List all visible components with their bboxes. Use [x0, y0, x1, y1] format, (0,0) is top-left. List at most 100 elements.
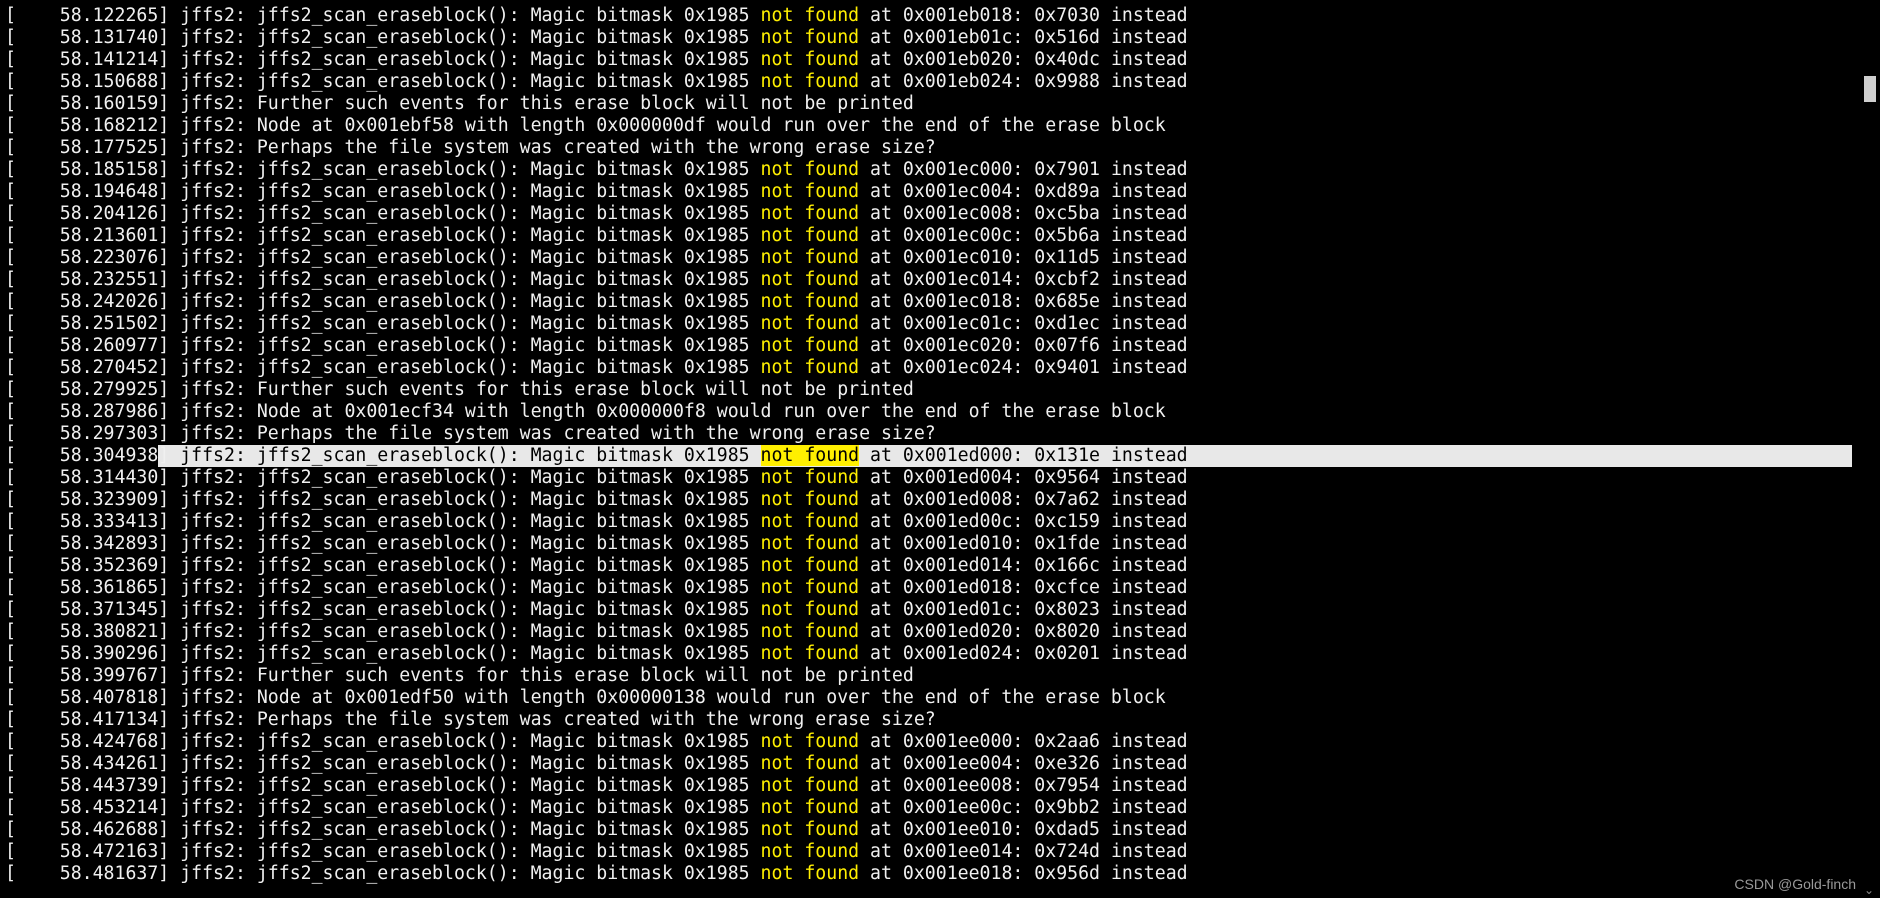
log-message: jffs2: jffs2_scan_eraseblock(): Magic bi… [169, 621, 1188, 642]
log-line[interactable]: [ 58.323909] jffs2: jffs2_scan_erasebloc… [5, 489, 1188, 511]
search-match: not found [760, 291, 860, 312]
log-timestamp: [ 58.141214] [5, 49, 170, 70]
log-timestamp: [ 58.472163] [5, 841, 170, 862]
log-timestamp: [ 58.223076] [5, 247, 170, 268]
search-match: not found [760, 5, 860, 26]
log-line[interactable]: [ 58.185158] jffs2: jffs2_scan_erasebloc… [5, 159, 1188, 181]
log-line[interactable]: [ 58.424768] jffs2: jffs2_scan_erasebloc… [5, 731, 1188, 753]
log-line[interactable]: [ 58.160159] jffs2: Further such events … [5, 93, 914, 115]
log-message: jffs2: jffs2_scan_eraseblock(): Magic bi… [169, 775, 1188, 796]
search-match: not found [760, 203, 860, 224]
log-timestamp: [ 58.270452] [5, 357, 170, 378]
log-timestamp: [ 58.424768] [5, 731, 170, 752]
log-line[interactable]: [ 58.333413] jffs2: jffs2_scan_erasebloc… [5, 511, 1188, 533]
log-line[interactable]: [ 58.251502] jffs2: jffs2_scan_erasebloc… [5, 313, 1188, 335]
chevron-down-icon[interactable]: ⌄ [1864, 884, 1874, 896]
search-match: not found [760, 775, 860, 796]
log-line[interactable]: [ 58.342893] jffs2: jffs2_scan_erasebloc… [5, 533, 1188, 555]
search-match: not found [760, 489, 860, 510]
log-message: jffs2: Perhaps the file system was creat… [169, 709, 936, 730]
log-timestamp: [ 58.260977] [5, 335, 170, 356]
log-line[interactable]: [ 58.177525] jffs2: Perhaps the file sys… [5, 137, 936, 159]
log-line[interactable]: [ 58.453214] jffs2: jffs2_scan_erasebloc… [5, 797, 1188, 819]
log-timestamp: [ 58.287986] [5, 401, 170, 422]
log-message: jffs2: jffs2_scan_eraseblock(): Magic bi… [169, 71, 1188, 92]
log-line[interactable]: [ 58.194648] jffs2: jffs2_scan_erasebloc… [5, 181, 1188, 203]
log-message: jffs2: jffs2_scan_eraseblock(): Magic bi… [169, 577, 1188, 598]
log-timestamp: [ 58.399767] [5, 665, 170, 686]
log-line[interactable]: [ 58.314430] jffs2: jffs2_scan_erasebloc… [5, 467, 1188, 489]
log-line[interactable]: [ 58.434261] jffs2: jffs2_scan_erasebloc… [5, 753, 1188, 775]
search-match: not found [760, 159, 860, 180]
log-timestamp: [ 58.204126] [5, 203, 170, 224]
terminal-output[interactable]: [ 58.122265] jffs2: jffs2_scan_erasebloc… [5, 5, 1855, 893]
log-message: jffs2: jffs2_scan_eraseblock(): Magic bi… [169, 819, 1188, 840]
log-message: jffs2: Further such events for this eras… [169, 665, 914, 686]
log-line[interactable]: [ 58.213601] jffs2: jffs2_scan_erasebloc… [5, 225, 1188, 247]
log-timestamp: [ 58.279925] [5, 379, 170, 400]
log-message: jffs2: Perhaps the file system was creat… [169, 423, 936, 444]
log-line[interactable]: [ 58.279925] jffs2: Further such events … [5, 379, 914, 401]
log-timestamp: [ 58.150688] [5, 71, 170, 92]
log-line[interactable]: [ 58.260977] jffs2: jffs2_scan_erasebloc… [5, 335, 1188, 357]
log-line[interactable]: [ 58.399767] jffs2: Further such events … [5, 665, 914, 687]
log-timestamp: [ 58.194648] [5, 181, 170, 202]
log-line[interactable]: [ 58.481637] jffs2: jffs2_scan_erasebloc… [5, 863, 1188, 885]
log-line[interactable]: [ 58.407818] jffs2: Node at 0x001edf50 w… [5, 687, 1166, 709]
log-line[interactable]: [ 58.371345] jffs2: jffs2_scan_erasebloc… [5, 599, 1188, 621]
log-message: jffs2: jffs2_scan_eraseblock(): Magic bi… [169, 181, 1188, 202]
log-message: jffs2: jffs2_scan_eraseblock(): Magic bi… [169, 643, 1188, 664]
log-line[interactable]: [ 58.204126] jffs2: jffs2_scan_erasebloc… [5, 203, 1188, 225]
search-match: not found [760, 335, 860, 356]
log-line[interactable]: [ 58.472163] jffs2: jffs2_scan_erasebloc… [5, 841, 1188, 863]
log-message: jffs2: jffs2_scan_eraseblock(): Magic bi… [169, 489, 1188, 510]
log-line[interactable]: [ 58.223076] jffs2: jffs2_scan_erasebloc… [5, 247, 1188, 269]
log-timestamp: [ 58.342893] [5, 533, 170, 554]
log-timestamp: [ 58.185158] [5, 159, 170, 180]
log-line[interactable]: [ 58.390296] jffs2: jffs2_scan_erasebloc… [5, 643, 1188, 665]
search-match: not found [760, 555, 860, 576]
search-match: not found [760, 797, 860, 818]
log-line[interactable]: [ 58.443739] jffs2: jffs2_scan_erasebloc… [5, 775, 1188, 797]
log-message: jffs2: jffs2_scan_eraseblock(): Magic bi… [169, 335, 1188, 356]
search-match: not found [760, 467, 860, 488]
log-line[interactable]: [ 58.168212] jffs2: Node at 0x001ebf58 w… [5, 115, 1166, 137]
log-message: jffs2: jffs2_scan_eraseblock(): Magic bi… [169, 225, 1188, 246]
log-message: jffs2: jffs2_scan_eraseblock(): Magic bi… [169, 731, 1188, 752]
log-line[interactable]: [ 58.242026] jffs2: jffs2_scan_erasebloc… [5, 291, 1188, 313]
log-timestamp: [ 58.304938] [5, 445, 170, 466]
log-line[interactable]: [ 58.361865] jffs2: jffs2_scan_erasebloc… [5, 577, 1188, 599]
log-message: jffs2: jffs2_scan_eraseblock(): Magic bi… [169, 797, 1188, 818]
search-match: not found [760, 247, 860, 268]
log-timestamp: [ 58.434261] [5, 753, 170, 774]
log-line[interactable]: [ 58.380821] jffs2: jffs2_scan_erasebloc… [5, 621, 1188, 643]
log-message: jffs2: jffs2_scan_eraseblock(): Magic bi… [169, 269, 1188, 290]
log-line[interactable]: [ 58.131740] jffs2: jffs2_scan_erasebloc… [5, 27, 1188, 49]
log-message: jffs2: jffs2_scan_eraseblock(): Magic bi… [169, 247, 1188, 268]
log-line[interactable]: [ 58.150688] jffs2: jffs2_scan_erasebloc… [5, 71, 1188, 93]
log-line[interactable]: [ 58.232551] jffs2: jffs2_scan_erasebloc… [5, 269, 1188, 291]
search-match: not found [760, 49, 860, 70]
log-timestamp: [ 58.443739] [5, 775, 170, 796]
log-line[interactable]: [ 58.141214] jffs2: jffs2_scan_erasebloc… [5, 49, 1188, 71]
log-line[interactable]: [ 58.270452] jffs2: jffs2_scan_erasebloc… [5, 357, 1188, 379]
search-match: not found [760, 863, 860, 884]
log-timestamp: [ 58.251502] [5, 313, 170, 334]
log-line[interactable]: [ 58.304938] jffs2: jffs2_scan_erasebloc… [5, 445, 1188, 467]
log-line[interactable]: [ 58.297303] jffs2: Perhaps the file sys… [5, 423, 936, 445]
search-match: not found [760, 445, 860, 466]
log-line[interactable]: [ 58.417134] jffs2: Perhaps the file sys… [5, 709, 936, 731]
search-match: not found [760, 731, 860, 752]
log-timestamp: [ 58.177525] [5, 137, 170, 158]
log-line[interactable]: [ 58.122265] jffs2: jffs2_scan_erasebloc… [5, 5, 1188, 27]
log-timestamp: [ 58.333413] [5, 511, 170, 532]
log-timestamp: [ 58.314430] [5, 467, 170, 488]
log-line[interactable]: [ 58.462688] jffs2: jffs2_scan_erasebloc… [5, 819, 1188, 841]
search-match: not found [760, 357, 860, 378]
log-line[interactable]: [ 58.352369] jffs2: jffs2_scan_erasebloc… [5, 555, 1188, 577]
vertical-scrollbar[interactable]: ⌄ [1858, 0, 1880, 898]
log-line[interactable]: [ 58.287986] jffs2: Node at 0x001ecf34 w… [5, 401, 1166, 423]
search-match: not found [760, 71, 860, 92]
log-timestamp: [ 58.213601] [5, 225, 170, 246]
scrollbar-thumb[interactable] [1864, 76, 1876, 102]
